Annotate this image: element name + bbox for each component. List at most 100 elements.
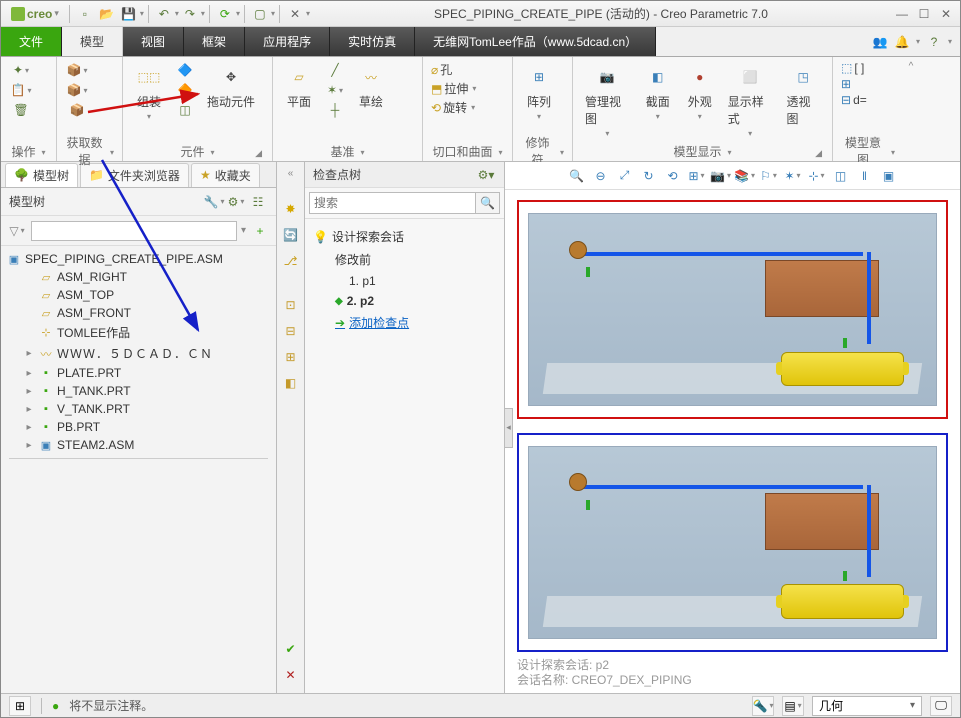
sb-find[interactable]: 🔦 [752, 696, 774, 716]
regen-button[interactable]: ⟳ [214, 3, 236, 25]
comp-3[interactable]: ◫ [173, 101, 197, 119]
datum-c[interactable]: ◫ [830, 165, 852, 187]
tree-item[interactable]: ▱ASM_RIGHT [1, 268, 276, 286]
menu-file[interactable]: 文件 [1, 27, 62, 56]
layers[interactable]: 📚 [734, 165, 756, 187]
named-views[interactable]: ⊞ [686, 165, 708, 187]
revolve-button[interactable]: ⟲旋转 [431, 99, 476, 116]
open-button[interactable]: 📂 [96, 3, 118, 25]
filter-input[interactable] [31, 221, 237, 241]
spin[interactable]: ⟲ [662, 165, 684, 187]
save-button[interactable]: 💾 [118, 3, 140, 25]
comp-2[interactable]: 🔶 [173, 81, 197, 99]
data-3[interactable]: 📦 [65, 101, 89, 119]
vtool-close[interactable]: ✕ [281, 665, 301, 685]
tree-item[interactable]: ▱ASM_FRONT [1, 304, 276, 322]
minimize-button[interactable]: — [892, 5, 912, 23]
menu-view[interactable]: 视图 [123, 27, 184, 56]
intent-2[interactable]: ⊞ [841, 77, 867, 91]
op-1[interactable]: ✦ [9, 61, 33, 79]
data-1[interactable]: 📦 [65, 61, 89, 79]
sb-screen[interactable]: 🖵 [930, 696, 952, 716]
menu-sim[interactable]: 实时仿真 [330, 27, 415, 56]
cp-before[interactable]: 修改前 [309, 248, 500, 271]
tree-item[interactable]: ▱ASM_TOP [1, 286, 276, 304]
datum-b[interactable]: ⊹ [806, 165, 828, 187]
intent-3[interactable]: ⊟ d= [841, 93, 867, 107]
sb-layers[interactable]: ▤ [782, 696, 804, 716]
stop[interactable]: ▣ [878, 165, 900, 187]
bell-icon[interactable]: 🔔 [894, 34, 910, 50]
data-2[interactable]: 📦 [65, 81, 89, 99]
selection-filter[interactable]: 几何 [812, 696, 922, 716]
vtool-c[interactable]: ⊞ [281, 347, 301, 367]
zoom-out[interactable]: ⊖ [590, 165, 612, 187]
ribbon-collapse[interactable]: ^ [903, 57, 919, 161]
tree-item[interactable]: ▸〰ＷＷＷ．５ＤＣＡＤ．ＣＮ [1, 343, 276, 364]
new-button[interactable]: ▫ [74, 3, 96, 25]
undo-button[interactable]: ↶ [153, 3, 175, 25]
saved-orient[interactable]: 📷 [710, 165, 732, 187]
canvas-p2[interactable] [517, 433, 948, 652]
checkpoint-search[interactable] [309, 192, 476, 214]
filter-add[interactable]: + [250, 221, 270, 241]
vtool-refresh[interactable]: 🔄 [281, 225, 301, 245]
tree-item[interactable]: ▸▪H_TANK.PRT [1, 382, 276, 400]
axis-button[interactable]: ╱ [323, 61, 347, 79]
plane-button[interactable]: ▱ 平面 [281, 61, 317, 112]
tree-item[interactable]: ▸▪V_TANK.PRT [1, 400, 276, 418]
vtool-star[interactable]: ✸ [281, 199, 301, 219]
comp-1[interactable]: 🔷 [173, 61, 197, 79]
filter-drop[interactable]: ▾ [241, 225, 246, 236]
vtool-check[interactable]: ✔ [281, 639, 301, 659]
intent-1[interactable]: ⬚ [ ] [841, 61, 867, 75]
tree-root[interactable]: ▣SPEC_PIPING_CREATE_PIPE.ASM [1, 250, 276, 268]
datum-a[interactable]: ✶ [782, 165, 804, 187]
menu-author[interactable]: 无维网TomLee作品（www.5dcad.cn） [415, 27, 656, 56]
maximize-button[interactable]: ☐ [914, 5, 934, 23]
section-button[interactable]: ◧截面▾ [640, 61, 676, 123]
cp-p1[interactable]: 1. p1 [309, 271, 500, 291]
filter-button[interactable]: ▽ [7, 221, 27, 241]
cp-p2[interactable]: ◆2. p2 [309, 291, 500, 311]
drag-button[interactable]: ✥ 拖动元件 [203, 61, 259, 112]
persp-button[interactable]: ◳透视图 [782, 61, 824, 129]
point-button[interactable]: ✶ [323, 81, 347, 99]
appear-button[interactable]: ●外观▾ [682, 61, 718, 123]
cp-root[interactable]: 💡设计探索会话 [309, 225, 500, 248]
group-icon[interactable]: 👥 [872, 34, 888, 50]
mgview-button[interactable]: 📷管理视图▾ [581, 61, 634, 140]
tree-item[interactable]: ⊹TOMLEE作品 [1, 322, 276, 343]
op-2[interactable]: 📋 [9, 81, 33, 99]
dispstyle-button[interactable]: ⬜显示样式▾ [724, 61, 777, 140]
vtool-branch[interactable]: ⎇ [281, 251, 301, 271]
window-close-button[interactable]: ✕ [936, 5, 956, 23]
vtool-a[interactable]: ⊡ [281, 295, 301, 315]
tab-favorites[interactable]: ★收藏夹 [191, 163, 260, 187]
help-icon[interactable]: ? [926, 34, 942, 50]
vtool-b[interactable]: ⊟ [281, 321, 301, 341]
assemble-button[interactable]: ⬚⬚ 组装▾ [131, 61, 167, 123]
hole-button[interactable]: ⌀孔 [431, 61, 476, 78]
tool-settings[interactable]: 🔧 [204, 192, 224, 212]
extrude-button[interactable]: ⬒拉伸 [431, 80, 476, 97]
pause[interactable]: ‖ [854, 165, 876, 187]
collapse-left[interactable]: « [288, 168, 294, 179]
op-3[interactable]: 🗑 [9, 101, 33, 119]
tree-item[interactable]: ▸▪PB.PRT [1, 418, 276, 436]
search-button[interactable]: 🔍 [476, 192, 500, 214]
windows-button[interactable]: ▢ [249, 3, 271, 25]
vtool-d[interactable]: ◧ [281, 373, 301, 393]
sketch-button[interactable]: 〰 草绘 [353, 61, 389, 112]
tree-item[interactable]: ▸▣STEAM2.ASM [1, 436, 276, 454]
cp-settings[interactable]: ⚙▾ [476, 165, 496, 185]
menu-app[interactable]: 应用程序 [245, 27, 330, 56]
csys-button[interactable]: ┼ [323, 101, 347, 119]
zoom-fit[interactable]: ⤢ [614, 165, 636, 187]
zoom-in[interactable]: 🔍 [566, 165, 588, 187]
sb-expand[interactable]: ⊞ [9, 696, 31, 716]
redo-button[interactable]: ↷ [179, 3, 201, 25]
cp-add[interactable]: ➔添加检查点 [309, 311, 500, 334]
tool-display[interactable]: ⚙ [226, 192, 246, 212]
close-doc-button[interactable]: ✕ [284, 3, 306, 25]
